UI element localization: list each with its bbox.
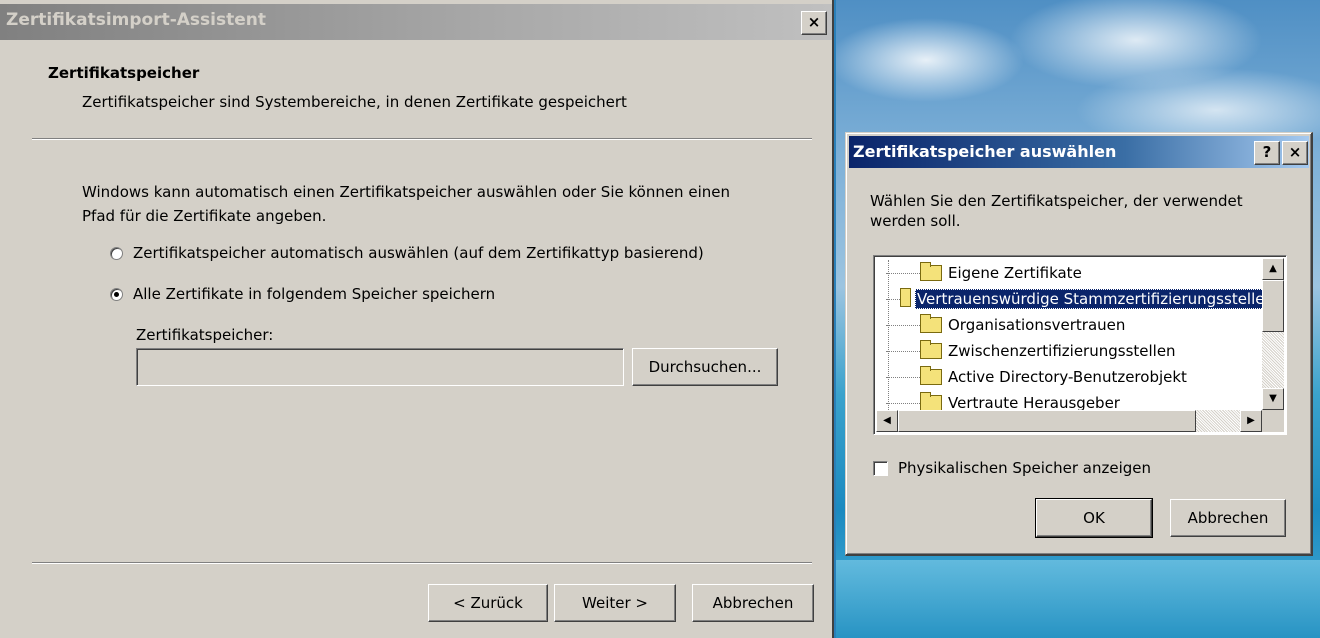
tree-item-label: Vertrauenswürdige Stammzertifizierungsst… bbox=[914, 289, 1262, 309]
scroll-down-icon[interactable]: ▼ bbox=[1262, 388, 1284, 410]
description-line-1: Windows kann automatisch einen Zertifika… bbox=[82, 183, 730, 201]
prompt-line-1: Wählen Sie den Zertifikatspeicher, der v… bbox=[870, 192, 1243, 210]
desktop-sea bbox=[836, 560, 1320, 638]
header-divider bbox=[32, 138, 812, 140]
help-button[interactable]: ? bbox=[1254, 141, 1280, 165]
prompt-line-2: werden soll. bbox=[870, 212, 961, 230]
store-field-label: Zertifikatspeicher: bbox=[136, 326, 274, 344]
page-subtitle: Zertifikatspeicher sind Systembereiche, … bbox=[82, 93, 627, 111]
folder-icon bbox=[920, 314, 942, 333]
tree-item[interactable]: Active Directory-Benutzerobjekt bbox=[876, 364, 1262, 390]
tree-item-label: Zwischenzertifizierungsstellen bbox=[948, 342, 1176, 360]
tree-item-label: Eigene Zertifikate bbox=[948, 264, 1082, 282]
dialog-close-button[interactable]: × bbox=[1282, 141, 1308, 165]
description-line-2: Pfad für die Zertifikate angeben. bbox=[82, 207, 327, 225]
folder-icon bbox=[920, 262, 942, 281]
ok-button[interactable]: OK bbox=[1036, 499, 1152, 537]
tree-connector bbox=[886, 324, 920, 326]
dialog-prompt: Wählen Sie den Zertifikatspeicher, der v… bbox=[870, 191, 1290, 231]
back-button[interactable]: < Zurück bbox=[428, 584, 548, 622]
store-input[interactable] bbox=[136, 348, 624, 386]
tree-item[interactable]: Eigene Zertifikate bbox=[876, 260, 1262, 286]
page-title: Zertifikatspeicher bbox=[48, 64, 200, 82]
tree-connector bbox=[886, 272, 920, 274]
scroll-up-icon[interactable]: ▲ bbox=[1262, 258, 1284, 280]
tree-connector bbox=[886, 376, 920, 378]
dialog-title: Zertifikatspeicher auswählen bbox=[853, 142, 1117, 161]
tree-item[interactable]: Organisationsvertrauen bbox=[876, 312, 1262, 338]
tree-item[interactable]: Vertraute Herausgeber bbox=[876, 390, 1262, 410]
radio-icon[interactable] bbox=[110, 287, 123, 301]
wizard-titlebar[interactable]: Zertifikatsimport-Assistent × bbox=[0, 4, 832, 40]
store-picker-dialog: Zertifikatspeicher auswählen ? × Wählen … bbox=[845, 132, 1313, 556]
store-tree-list: Eigene Zertifikate Vertrauenswürdige Sta… bbox=[876, 258, 1262, 410]
tree-item-label: Organisationsvertrauen bbox=[948, 316, 1126, 334]
wizard-header: Zertifikatspeicher Zertifikatspeicher si… bbox=[0, 40, 832, 136]
radio-auto-select[interactable]: Zertifikatspeicher automatisch auswählen… bbox=[110, 244, 704, 262]
radio-manual-store[interactable]: Alle Zertifikate in folgendem Speicher s… bbox=[110, 285, 495, 303]
show-physical-label: Physikalischen Speicher anzeigen bbox=[898, 459, 1152, 477]
tree-connector bbox=[886, 402, 920, 404]
horizontal-scrollbar[interactable]: ◀ ▶ bbox=[876, 410, 1262, 432]
tree-connector bbox=[886, 350, 920, 352]
checkbox-icon[interactable] bbox=[873, 460, 888, 476]
scroll-right-icon[interactable]: ▶ bbox=[1240, 410, 1262, 432]
show-physical-checkbox[interactable]: Physikalischen Speicher anzeigen bbox=[873, 459, 1151, 477]
folder-icon bbox=[920, 392, 942, 410]
dialog-cancel-button[interactable]: Abbrechen bbox=[1170, 499, 1286, 537]
wizard-close-button[interactable]: × bbox=[801, 11, 827, 35]
cancel-button[interactable]: Abbrechen bbox=[692, 584, 814, 622]
folder-icon bbox=[920, 366, 942, 385]
store-tree[interactable]: Eigene Zertifikate Vertrauenswürdige Sta… bbox=[873, 255, 1287, 435]
vertical-scrollbar[interactable]: ▲ ▼ bbox=[1262, 258, 1284, 410]
folder-icon bbox=[900, 288, 911, 307]
tree-item-label: Vertraute Herausgeber bbox=[948, 394, 1120, 410]
dialog-titlebar[interactable]: Zertifikatspeicher auswählen ? × bbox=[849, 136, 1309, 168]
scrollbar-corner bbox=[1262, 410, 1284, 432]
horizontal-scroll-thumb[interactable] bbox=[898, 410, 1196, 432]
footer-divider bbox=[32, 562, 812, 564]
tree-connector bbox=[886, 298, 901, 300]
folder-icon bbox=[920, 340, 942, 359]
tree-item[interactable]: Vertrauenswürdige Stammzertifizierungsst… bbox=[876, 286, 1262, 312]
scroll-left-icon[interactable]: ◀ bbox=[876, 410, 898, 432]
radio-manual-label: Alle Zertifikate in folgendem Speicher s… bbox=[133, 285, 496, 303]
tree-item[interactable]: Zwischenzertifizierungsstellen bbox=[876, 338, 1262, 364]
wizard-title: Zertifikatsimport-Assistent bbox=[6, 10, 266, 30]
tree-item-label: Active Directory-Benutzerobjekt bbox=[948, 368, 1187, 386]
vertical-scroll-thumb[interactable] bbox=[1262, 280, 1284, 332]
radio-auto-label: Zertifikatspeicher automatisch auswählen… bbox=[133, 244, 704, 262]
browse-button[interactable]: Durchsuchen... bbox=[632, 348, 778, 386]
wizard-description: Windows kann automatisch einen Zertifika… bbox=[82, 180, 730, 228]
next-button[interactable]: Weiter > bbox=[554, 584, 676, 622]
import-wizard-window: Zertifikatsimport-Assistent × Zertifikat… bbox=[0, 0, 834, 638]
radio-icon[interactable] bbox=[110, 246, 123, 260]
